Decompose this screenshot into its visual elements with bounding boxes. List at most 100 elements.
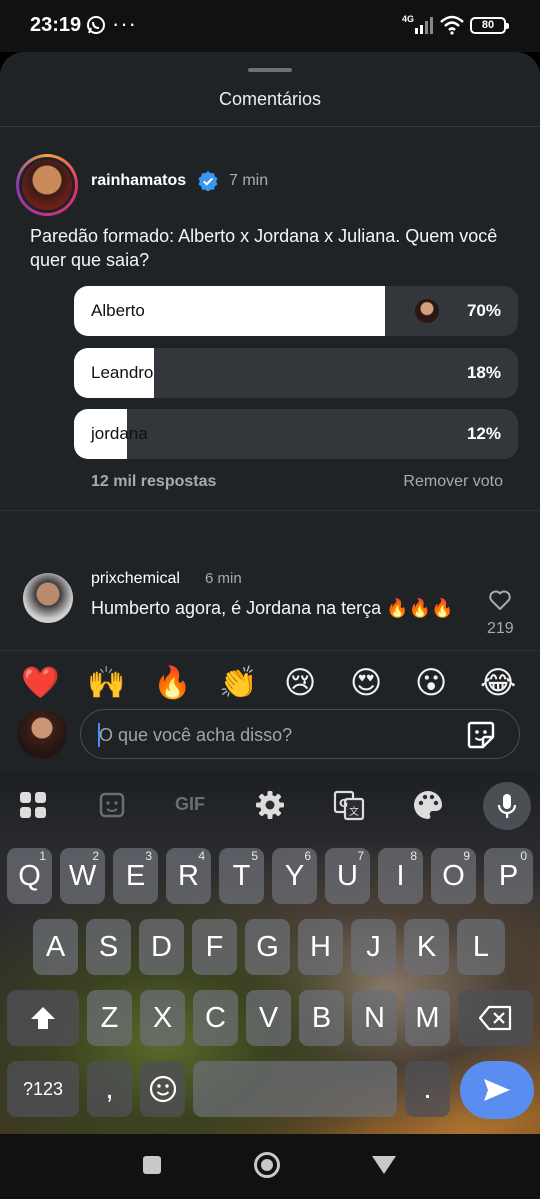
- translate-icon[interactable]: G 文: [332, 788, 366, 822]
- reaction-emoji[interactable]: 😍: [350, 665, 382, 701]
- divider: [0, 126, 540, 127]
- reaction-emoji[interactable]: 😮: [415, 665, 447, 701]
- like-count: 219: [487, 620, 514, 637]
- backspace-icon: [479, 1005, 512, 1031]
- period-key[interactable]: .: [405, 1061, 450, 1117]
- voice-input-button[interactable]: [483, 782, 531, 830]
- key-f[interactable]: F: [192, 919, 237, 975]
- comment-composer[interactable]: [80, 709, 520, 759]
- reaction-emoji[interactable]: 😢: [284, 665, 316, 701]
- comma-key[interactable]: ,: [87, 1061, 132, 1117]
- reaction-emoji[interactable]: 👏: [219, 665, 258, 701]
- key-a[interactable]: A: [33, 919, 78, 975]
- divider: [0, 510, 540, 511]
- status-time: 23:19: [30, 14, 82, 36]
- poll-option-label: Alberto: [91, 301, 145, 320]
- status-bar: 23:19 ··· 4G 80: [0, 0, 540, 52]
- symbols-key[interactable]: ?123: [7, 1061, 79, 1117]
- key-k[interactable]: K: [404, 919, 449, 975]
- emoji-sticker-icon[interactable]: [95, 788, 129, 822]
- backspace-key[interactable]: [458, 990, 533, 1046]
- settings-gear-icon[interactable]: [253, 788, 287, 822]
- gif-button[interactable]: GIF: [175, 794, 205, 815]
- poll-option-percent: 12%: [466, 424, 501, 443]
- reaction-emoji[interactable]: ❤️: [21, 665, 60, 701]
- key-o[interactable]: O9: [431, 848, 476, 904]
- sheet-title: Comentários: [218, 89, 322, 109]
- poll-option-percent: 70%: [466, 301, 501, 320]
- signal-icon: [415, 17, 433, 34]
- sheet-grabber[interactable]: [248, 68, 292, 72]
- key-x[interactable]: X: [140, 990, 185, 1046]
- battery-level: 80: [481, 19, 495, 31]
- home-button[interactable]: [254, 1152, 280, 1178]
- keyboard: GIF G 文 Q1 W2 E3 R4 T5 Y6 U7 I8 O9 P0 A …: [0, 774, 540, 1134]
- poll-option[interactable]: jordana 12%: [74, 409, 518, 459]
- key-v[interactable]: V: [246, 990, 291, 1046]
- reaction-emoji[interactable]: 🙌: [87, 665, 126, 701]
- space-bar[interactable]: [193, 1061, 397, 1117]
- send-key[interactable]: [460, 1061, 534, 1119]
- comment-input[interactable]: [99, 723, 459, 747]
- reaction-emoji[interactable]: 😂: [480, 665, 516, 701]
- wifi-icon: [440, 15, 464, 35]
- key-j[interactable]: J: [351, 919, 396, 975]
- recents-button[interactable]: [143, 1156, 161, 1174]
- svg-text:G: G: [339, 797, 348, 810]
- system-nav-bar: [0, 1134, 540, 1199]
- voter-avatar: [415, 299, 439, 323]
- shift-icon: [31, 1007, 55, 1029]
- smiley-icon: [149, 1075, 177, 1103]
- divider: [0, 650, 540, 651]
- status-more-icon: ···: [112, 11, 137, 36]
- verified-badge-icon: [198, 171, 218, 191]
- key-c[interactable]: C: [193, 990, 238, 1046]
- text-caret: [98, 723, 100, 747]
- key-n[interactable]: N: [352, 990, 397, 1046]
- heart-icon[interactable]: [488, 589, 512, 611]
- shift-key[interactable]: [7, 990, 79, 1046]
- poll-responses[interactable]: 12 mil respostas: [91, 473, 216, 491]
- key-u[interactable]: U7: [325, 848, 370, 904]
- key-p[interactable]: P0: [484, 848, 533, 904]
- poll-option-percent: 18%: [466, 363, 501, 382]
- commenter-avatar[interactable]: [23, 573, 73, 623]
- commenter-username[interactable]: prixchemical: [91, 570, 180, 588]
- key-w[interactable]: W2: [60, 848, 105, 904]
- key-e[interactable]: E3: [113, 848, 158, 904]
- svg-text:文: 文: [349, 805, 359, 818]
- emoji-key[interactable]: [140, 1061, 185, 1117]
- comment-time: 6 min: [205, 570, 242, 587]
- key-s[interactable]: S: [86, 919, 131, 975]
- apps-grid-icon[interactable]: [16, 788, 50, 822]
- post-text: Paredão formado: Alberto x Jordana x Jul…: [30, 226, 498, 270]
- key-l[interactable]: L: [457, 919, 505, 975]
- comments-sheet: Comentários rainhamatos 7 min Paredão fo…: [0, 52, 540, 774]
- key-b[interactable]: B: [299, 990, 344, 1046]
- poster-avatar[interactable]: [16, 154, 78, 216]
- palette-icon[interactable]: [411, 788, 445, 822]
- back-button[interactable]: [372, 1156, 396, 1174]
- post-time: 7 min: [229, 172, 269, 189]
- key-i[interactable]: I8: [378, 848, 423, 904]
- my-avatar: [17, 709, 67, 759]
- key-m[interactable]: M: [405, 990, 450, 1046]
- poster-username[interactable]: rainhamatos: [91, 172, 186, 190]
- key-g[interactable]: G: [245, 919, 290, 975]
- key-r[interactable]: R4: [166, 848, 211, 904]
- poster-avatar-photo: [22, 160, 72, 210]
- sticker-icon[interactable]: [465, 719, 497, 751]
- key-d[interactable]: D: [139, 919, 184, 975]
- comment-text: Humberto agora, é Jordana na terça 🔥🔥🔥: [91, 598, 454, 618]
- key-y[interactable]: Y6: [272, 848, 317, 904]
- key-h[interactable]: H: [298, 919, 343, 975]
- battery-icon: 80: [470, 17, 509, 34]
- reaction-emoji[interactable]: 🔥: [153, 665, 192, 701]
- remove-vote-button[interactable]: Remover voto: [403, 473, 503, 491]
- key-t[interactable]: T5: [219, 848, 264, 904]
- poll-option[interactable]: Alberto 70%: [74, 286, 518, 336]
- key-q[interactable]: Q1: [7, 848, 52, 904]
- poll-option[interactable]: Leandro 18%: [74, 348, 518, 398]
- key-z[interactable]: Z: [87, 990, 132, 1046]
- poll-option-label: Leandro: [91, 363, 154, 382]
